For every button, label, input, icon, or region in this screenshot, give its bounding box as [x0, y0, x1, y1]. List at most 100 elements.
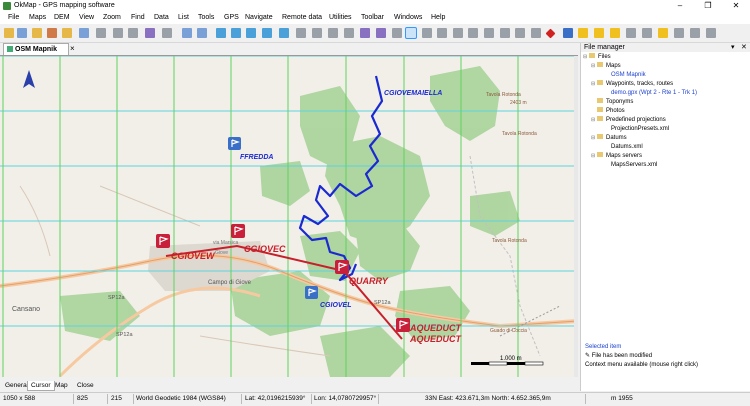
draw-polygon-icon[interactable]	[515, 28, 525, 38]
waypoint-label-ffredda: FFREDDA	[240, 154, 273, 161]
draw-track-icon[interactable]	[500, 28, 510, 38]
close-window-button[interactable]: ✕	[722, 0, 750, 12]
menu-file[interactable]: File	[8, 13, 19, 23]
import-icon[interactable]	[162, 28, 172, 38]
table-icon[interactable]	[344, 28, 354, 38]
zoom-out-icon[interactable]	[231, 28, 241, 38]
menu-find[interactable]: Find	[131, 13, 145, 23]
ruler-icon[interactable]	[610, 28, 620, 38]
file-tree: ⊟ Files ⊟ Maps OSM Mapnik ⊟ Waypoints, trac…	[581, 52, 750, 332]
tree-node-maps-servers-xml[interactable]: MapsServers.xml	[611, 161, 657, 169]
display-icon[interactable]	[674, 28, 684, 38]
pin-icon[interactable]: ▾	[731, 43, 735, 52]
lock-icon[interactable]	[626, 28, 636, 38]
tree-node-maps[interactable]: ⊟ Maps	[591, 62, 621, 70]
menu-help[interactable]: Help	[431, 13, 445, 23]
pointer-icon[interactable]	[405, 27, 417, 39]
status-lat: Lat: 42,0196215939°	[242, 394, 312, 404]
edit-point-icon[interactable]	[468, 28, 478, 38]
waypoint-quarry-icon[interactable]	[335, 260, 349, 274]
menu-list[interactable]: List	[178, 13, 189, 23]
tree-node-datums-xml[interactable]: Datums.xml	[611, 143, 643, 151]
map-icon[interactable]	[47, 28, 57, 38]
tab-cursor[interactable]: Cursor	[27, 381, 55, 391]
tab-map[interactable]: Map	[52, 381, 71, 390]
tree-node-projections[interactable]: ⊟ Predefined projections	[591, 116, 666, 124]
save-icon[interactable]	[17, 28, 27, 38]
info-icon[interactable]	[706, 28, 716, 38]
menu-maps[interactable]: Maps	[29, 13, 46, 23]
flag-icon[interactable]	[531, 28, 541, 38]
settings-icon[interactable]	[642, 28, 652, 38]
print-icon[interactable]	[96, 28, 106, 38]
tree-node-files[interactable]: ⊟ Files	[583, 53, 611, 61]
menu-utilities[interactable]: Utilities	[329, 13, 352, 23]
waypoint-cgiovew-icon[interactable]	[156, 234, 170, 248]
copy-icon[interactable]	[128, 28, 138, 38]
menu-dem[interactable]: DEM	[54, 13, 70, 23]
pan-icon[interactable]	[437, 28, 447, 38]
tree-node-datums[interactable]: ⊟ Datums	[591, 134, 627, 142]
waypoint-cgiovec-icon[interactable]	[231, 224, 245, 238]
open-file-icon[interactable]	[4, 28, 14, 38]
menu-zoom[interactable]: Zoom	[103, 13, 121, 23]
panel-close-icon[interactable]: ✕	[741, 43, 747, 52]
waypoint-ffredda-icon[interactable]	[228, 137, 241, 150]
road-label-sp12a-1: SP12a	[108, 295, 125, 301]
menu-data[interactable]: Data	[154, 13, 169, 23]
zoom-fit-icon[interactable]	[246, 28, 256, 38]
tree-node-projection-presets[interactable]: ProjectionPresets.xml	[611, 125, 669, 133]
zoom-100-icon[interactable]	[279, 28, 289, 38]
list-icon[interactable]	[312, 28, 322, 38]
gps-send-icon[interactable]	[578, 28, 588, 38]
menu-view[interactable]: View	[79, 13, 94, 23]
menu-gps[interactable]: GPS	[224, 13, 239, 23]
open-gpx-icon[interactable]	[62, 28, 72, 38]
measure-icon[interactable]	[296, 28, 306, 38]
tree-node-waypoints[interactable]: ⊟ Waypoints, tracks, routes	[591, 80, 673, 88]
save-gpx-icon[interactable]	[79, 28, 89, 38]
map-view[interactable]: CGIOVEW CGIOVEC QUARRY AQUEDUCT AQUEDUCT…	[0, 55, 578, 377]
status-datum: World Geodetic 1984 (WGS84)	[133, 394, 242, 404]
waypoint-aqueduct-icon[interactable]	[396, 318, 410, 332]
stop-icon[interactable]	[545, 28, 556, 39]
tree-node-toponyms[interactable]: Toponyms	[591, 98, 633, 106]
find-icon[interactable]	[197, 28, 207, 38]
menu-navigate[interactable]: Navigate	[245, 13, 273, 23]
gps-receive-icon[interactable]	[563, 28, 573, 38]
layers-icon[interactable]	[145, 28, 155, 38]
route-list-icon[interactable]	[376, 28, 386, 38]
menu-windows[interactable]: Windows	[394, 13, 422, 23]
tab-close[interactable]: Close	[74, 381, 97, 390]
draw-route-icon[interactable]	[484, 28, 494, 38]
track-list-icon[interactable]	[392, 28, 402, 38]
marker-icon[interactable]	[594, 28, 604, 38]
zoom-in-icon[interactable]	[216, 28, 226, 38]
zoom-area-icon[interactable]	[262, 28, 272, 38]
peak-label-tavola-2: Tavola Rotonda	[502, 131, 537, 137]
options-icon[interactable]	[690, 28, 700, 38]
map-canvas[interactable]: CGIOVEW CGIOVEC QUARRY AQUEDUCT AQUEDUCT…	[0, 56, 578, 377]
status-bar: 1050 x 588 825 215 World Geodetic 1984 (…	[0, 392, 750, 406]
tree-node-photos[interactable]: Photos	[591, 107, 625, 115]
export-icon[interactable]	[113, 28, 123, 38]
tree-node-demo-gpx[interactable]: demo.gpx (Wpt 2 - Rte 1 - Trk 1)	[611, 89, 697, 97]
filter-icon[interactable]	[328, 28, 338, 38]
menu-remote-data[interactable]: Remote data	[282, 13, 322, 23]
minimize-button[interactable]: –	[666, 0, 694, 12]
select-area-icon[interactable]	[453, 28, 463, 38]
waypoint-list-icon[interactable]	[360, 28, 370, 38]
waypoint-cgiovel-icon[interactable]	[305, 286, 318, 299]
tree-node-maps-servers[interactable]: ⊟ Maps servers	[591, 152, 642, 160]
menu-toolbar[interactable]: Toolbar	[361, 13, 384, 23]
bottom-tabs: General Cursor Map Close	[0, 380, 578, 391]
menu-tools[interactable]: Tools	[198, 13, 214, 23]
maximize-button[interactable]: ❐	[694, 0, 722, 12]
map-vertical-scrollbar[interactable]	[574, 56, 578, 377]
tree-node-osm-mapnik[interactable]: OSM Mapnik	[611, 71, 646, 79]
crosshair-icon[interactable]	[422, 28, 432, 38]
open-map-icon[interactable]	[32, 28, 42, 38]
window-icon[interactable]	[182, 28, 192, 38]
key-icon[interactable]	[658, 28, 668, 38]
tab-close-icon[interactable]: ×	[70, 44, 75, 53]
